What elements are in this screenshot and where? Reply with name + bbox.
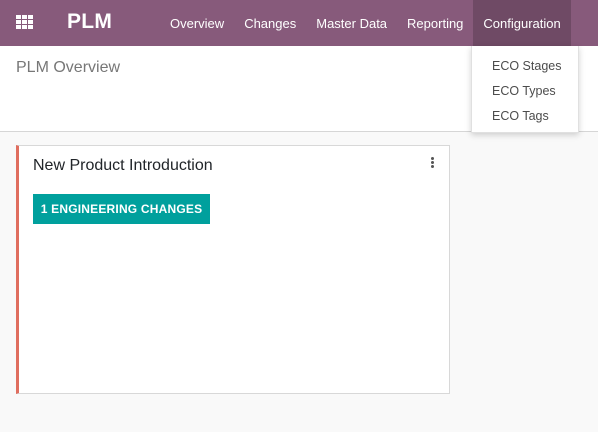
main-menu: Overview Changes Master Data Reporting C… bbox=[160, 0, 571, 46]
top-navbar: PLM Overview Changes Master Data Reporti… bbox=[0, 0, 598, 46]
eco-type-card: New Product Introduction 1 ENGINEERING C… bbox=[16, 145, 450, 394]
engineering-changes-button[interactable]: 1 ENGINEERING CHANGES bbox=[33, 194, 210, 224]
menu-item-master-data[interactable]: Master Data bbox=[306, 0, 397, 46]
app-brand[interactable]: PLM bbox=[67, 10, 112, 34]
dropdown-item-eco-types[interactable]: ECO Types bbox=[472, 79, 578, 104]
menu-item-configuration[interactable]: Configuration bbox=[473, 0, 571, 46]
breadcrumb-title: PLM Overview bbox=[16, 59, 121, 76]
card-title[interactable]: New Product Introduction bbox=[33, 157, 213, 175]
dropdown-item-eco-tags[interactable]: ECO Tags bbox=[472, 104, 578, 129]
vertical-dots-icon[interactable] bbox=[429, 157, 435, 171]
menu-item-changes[interactable]: Changes bbox=[234, 0, 306, 46]
dropdown-item-eco-stages[interactable]: ECO Stages bbox=[472, 54, 578, 79]
menu-item-reporting[interactable]: Reporting bbox=[397, 0, 473, 46]
apps-grid-icon[interactable] bbox=[16, 15, 33, 30]
menu-item-overview[interactable]: Overview bbox=[160, 0, 234, 46]
configuration-dropdown: ECO Stages ECO Types ECO Tags bbox=[471, 46, 579, 133]
